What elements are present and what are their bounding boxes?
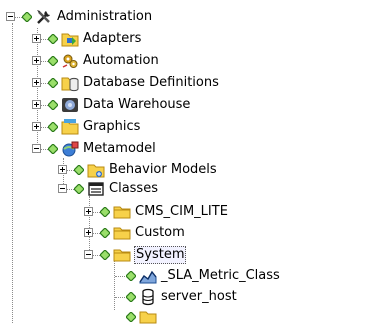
collapse-toggle-icon[interactable]	[32, 144, 41, 153]
diamond-status-icon	[100, 228, 110, 238]
diamond-status-icon	[48, 34, 58, 44]
diamond-status-icon	[126, 271, 136, 281]
tree-node-label: Graphics	[83, 119, 141, 134]
tree-row-metamodel[interactable]: Metamodel	[0, 138, 157, 160]
metamodel-icon	[62, 141, 79, 157]
tree-node-label: Classes	[109, 181, 158, 196]
tree-row-custom[interactable]: Custom	[0, 222, 186, 244]
expand-toggle-icon[interactable]	[32, 56, 41, 65]
folder-icon	[113, 227, 131, 240]
tree-node-label: server_host	[161, 289, 237, 304]
tree-node-label: Behavior Models	[109, 162, 217, 177]
tree-node-label: Data Warehouse	[83, 97, 191, 112]
tree-node-label: Adapters	[83, 31, 142, 46]
admin-tools-icon	[37, 10, 50, 24]
automation-icon	[62, 54, 78, 68]
database-definitions-icon	[61, 77, 79, 92]
tree-connector-line	[67, 189, 74, 190]
diamond-status-icon	[74, 184, 84, 194]
tree-connector-line	[41, 105, 48, 106]
diamond-status-icon	[48, 56, 58, 66]
tree-row-database-definitions[interactable]: Database Definitions	[0, 72, 220, 94]
tree-node-label: Administration	[57, 9, 153, 24]
graphics-folder-icon	[61, 119, 79, 135]
tree-row-adapters[interactable]: Adapters	[0, 28, 142, 50]
tree-connector-line	[115, 276, 125, 277]
diamond-status-icon	[74, 165, 84, 175]
tree-row-system[interactable]: System	[0, 244, 187, 266]
tree-row-automation[interactable]: Automation	[0, 50, 160, 72]
tree-node-label: Metamodel	[83, 141, 156, 156]
tree-node-label-selected: System	[134, 246, 187, 264]
diamond-status-icon	[126, 312, 136, 322]
tree-connector-line	[93, 233, 100, 234]
tree-row-sla-metric-class[interactable]: _SLA_Metric_Class	[0, 265, 281, 287]
tree-connector-line	[41, 39, 48, 40]
tree-node-label: Automation	[83, 53, 159, 68]
tree-connector-line	[41, 149, 48, 150]
database-cylinder-icon	[142, 288, 154, 306]
diamond-status-icon	[126, 292, 136, 302]
tree-connector-line	[41, 61, 48, 62]
collapse-toggle-icon[interactable]	[6, 12, 15, 21]
expand-toggle-icon[interactable]	[84, 207, 93, 216]
tree-node-label: Custom	[135, 225, 185, 240]
folder-icon	[139, 311, 157, 324]
tree-connector-line	[41, 127, 48, 128]
folder-icon	[113, 249, 131, 262]
expand-toggle-icon[interactable]	[32, 100, 41, 109]
collapse-toggle-icon[interactable]	[58, 184, 67, 193]
diamond-status-icon	[22, 12, 32, 22]
expand-toggle-icon[interactable]	[32, 122, 41, 131]
diamond-status-icon	[48, 78, 58, 88]
folder-icon	[113, 206, 131, 219]
tree-row-cms-cim-lite[interactable]: CMS_CIM_LITE	[0, 201, 229, 223]
tree-node-label: Database Definitions	[83, 75, 219, 90]
tree-row-graphics[interactable]: Graphics	[0, 116, 141, 138]
tree-row-partial	[0, 306, 157, 328]
chart-class-icon	[139, 270, 157, 284]
tree-row-data-warehouse[interactable]: Data Warehouse	[0, 94, 191, 116]
tree-row-classes[interactable]: Classes	[0, 178, 159, 200]
tree-connector-line	[115, 297, 125, 298]
classes-icon	[88, 182, 104, 196]
tree-connector-line	[93, 255, 100, 256]
diamond-status-icon	[48, 144, 58, 154]
tree-connector-line	[93, 212, 100, 213]
tree-connector-line	[67, 170, 74, 171]
tree-node-label: CMS_CIM_LITE	[135, 204, 228, 219]
tree-row-administration[interactable]: Administration	[0, 6, 153, 28]
expand-toggle-icon[interactable]	[58, 165, 67, 174]
diamond-status-icon	[100, 207, 110, 217]
expand-toggle-icon[interactable]	[32, 78, 41, 87]
expand-toggle-icon[interactable]	[32, 34, 41, 43]
data-warehouse-icon	[62, 98, 78, 112]
tree-connector-line	[41, 83, 48, 84]
tree-node-label: _SLA_Metric_Class	[161, 268, 280, 283]
behavior-models-icon	[87, 164, 105, 178]
diamond-status-icon	[100, 250, 110, 260]
diamond-status-icon	[48, 100, 58, 110]
tree-connector-line	[15, 17, 22, 18]
collapse-toggle-icon[interactable]	[84, 250, 93, 259]
diamond-status-icon	[48, 122, 58, 132]
adapters-icon	[61, 33, 79, 47]
explorer-tree: Administration Adapters Automation Datab…	[0, 0, 387, 324]
expand-toggle-icon[interactable]	[84, 228, 93, 237]
tree-row-server-host[interactable]: server_host	[0, 286, 238, 308]
